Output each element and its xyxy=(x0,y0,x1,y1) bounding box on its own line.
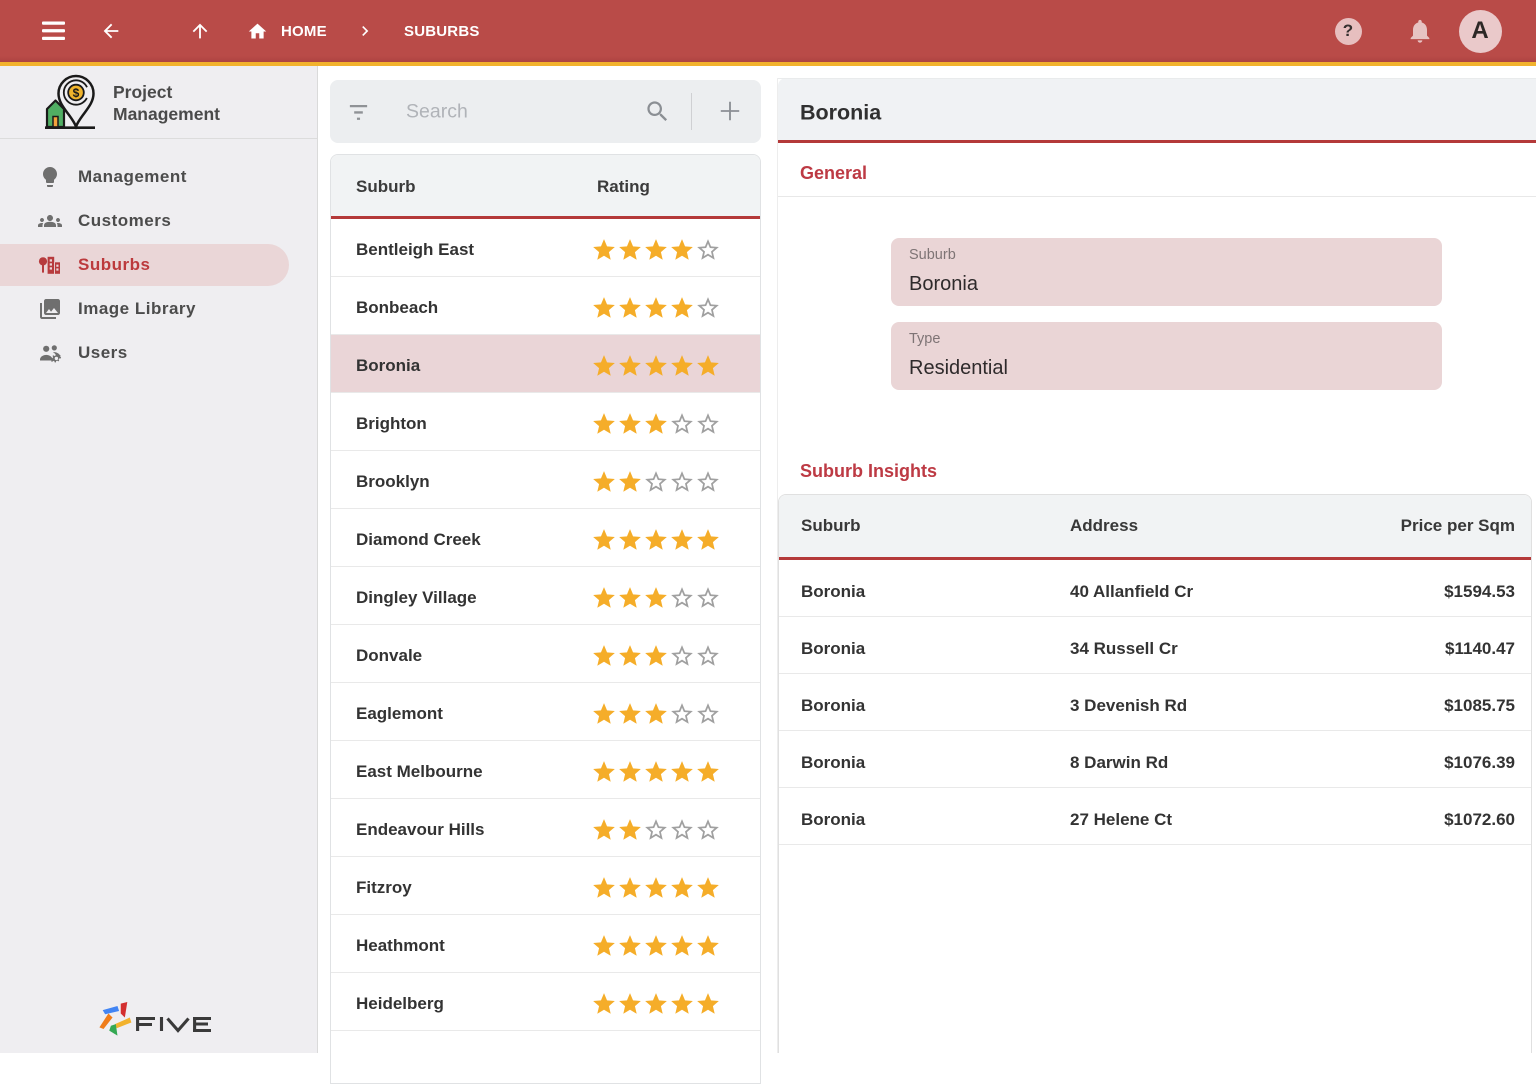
svg-text:$: $ xyxy=(73,86,80,100)
